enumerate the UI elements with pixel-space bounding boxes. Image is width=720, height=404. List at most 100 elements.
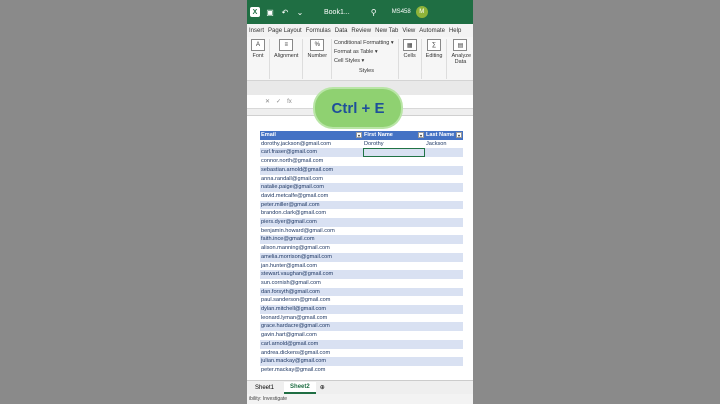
add-sheet-icon[interactable]: ⊕ bbox=[320, 384, 325, 391]
table-cell[interactable]: jan.hunter@gmail.com bbox=[260, 262, 363, 271]
table-cell[interactable] bbox=[425, 296, 463, 305]
table-cell[interactable] bbox=[425, 227, 463, 236]
table-cell[interactable]: dan.forsyth@gmail.com bbox=[260, 287, 363, 297]
tab-automate[interactable]: Automate bbox=[419, 28, 445, 34]
sheet-tab-sheet2[interactable]: Sheet2 bbox=[284, 381, 316, 394]
table-cell[interactable]: dylan.mitchell@gmail.com bbox=[260, 305, 363, 314]
table-cell[interactable] bbox=[363, 270, 425, 279]
table-cell[interactable] bbox=[363, 287, 425, 297]
table-cell[interactable] bbox=[425, 209, 463, 218]
table-cell[interactable]: julian.mackay@gmail.com bbox=[260, 357, 363, 366]
table-cell[interactable] bbox=[363, 296, 425, 305]
cancel-icon[interactable]: ✕ bbox=[265, 98, 270, 105]
table-cell[interactable] bbox=[425, 165, 463, 175]
table-cell[interactable] bbox=[363, 305, 425, 314]
table-cell[interactable] bbox=[425, 287, 463, 297]
table-cell[interactable]: carl.fraser@gmail.com bbox=[260, 148, 363, 158]
enter-icon[interactable]: ✓ bbox=[276, 98, 281, 105]
number-group[interactable]: % Number bbox=[303, 39, 333, 79]
table-cell[interactable] bbox=[363, 192, 425, 201]
table-cell[interactable] bbox=[363, 235, 425, 245]
table-cell[interactable] bbox=[363, 148, 425, 158]
table-cell[interactable]: sebastian.arnold@gmail.com bbox=[260, 165, 363, 175]
table-cell[interactable] bbox=[425, 148, 463, 158]
table-cell[interactable]: grace.hardacre@gmail.com bbox=[260, 322, 363, 332]
table-cell[interactable] bbox=[425, 244, 463, 253]
table-cell[interactable]: natalie.paige@gmail.com bbox=[260, 183, 363, 192]
table-cell[interactable] bbox=[425, 339, 463, 349]
undo-icon[interactable]: ↶ bbox=[280, 7, 290, 17]
font-group[interactable]: A Font bbox=[247, 39, 270, 79]
column-header[interactable]: Email ▾ bbox=[260, 131, 363, 140]
function-icon[interactable]: fx bbox=[287, 99, 292, 105]
table-cell[interactable] bbox=[425, 279, 463, 288]
table-cell[interactable]: peter.mackay@gmail.com bbox=[260, 366, 363, 375]
table-cell[interactable] bbox=[363, 227, 425, 236]
table-cell[interactable] bbox=[425, 175, 463, 184]
save-icon[interactable]: ▣ bbox=[265, 7, 275, 17]
table-cell[interactable] bbox=[425, 366, 463, 375]
table-cell[interactable]: david.metcalfe@gmail.com bbox=[260, 192, 363, 201]
table-cell[interactable]: stewart.vaughan@gmail.com bbox=[260, 270, 363, 279]
table-cell[interactable]: peter.miller@gmail.com bbox=[260, 200, 363, 210]
table-cell[interactable]: Dorothy bbox=[363, 140, 425, 149]
table-cell[interactable]: andrea.dickens@gmail.com bbox=[260, 349, 363, 358]
table-cell[interactable]: dorothy.jackson@gmail.com bbox=[260, 140, 363, 149]
alignment-group[interactable]: ≡ Alignment bbox=[270, 39, 304, 79]
tab-formulas[interactable]: Formulas bbox=[306, 28, 331, 34]
sheet-tab-sheet1[interactable]: Sheet1 bbox=[249, 383, 280, 393]
column-header[interactable]: First Name ▾ bbox=[363, 131, 425, 140]
table-cell[interactable] bbox=[425, 305, 463, 314]
filter-dropdown-icon[interactable]: ▾ bbox=[456, 132, 462, 138]
table-cell[interactable] bbox=[363, 157, 425, 166]
table-cell[interactable] bbox=[425, 183, 463, 192]
table-cell[interactable]: leonard.lyman@gmail.com bbox=[260, 314, 363, 323]
editing-group[interactable]: ∑ Editing bbox=[422, 39, 448, 79]
table-cell[interactable]: anna.randall@gmail.com bbox=[260, 175, 363, 184]
table-cell[interactable] bbox=[363, 366, 425, 375]
tab-insert[interactable]: Insert bbox=[249, 28, 264, 34]
tab-review[interactable]: Review bbox=[351, 28, 371, 34]
filter-dropdown-icon[interactable]: ▾ bbox=[418, 132, 424, 138]
table-cell[interactable] bbox=[425, 200, 463, 210]
table-cell[interactable]: Jackson bbox=[425, 140, 463, 149]
column-header[interactable]: Last Name ▾ bbox=[425, 131, 463, 140]
table-cell[interactable] bbox=[425, 192, 463, 201]
table-cell[interactable]: gavin.hart@gmail.com bbox=[260, 331, 363, 340]
table-cell[interactable]: carl.arnold@gmail.com bbox=[260, 339, 363, 349]
table-cell[interactable] bbox=[425, 218, 463, 227]
tab-view[interactable]: View bbox=[402, 28, 415, 34]
accessibility-status[interactable]: ibility: Investigate bbox=[249, 396, 287, 402]
table-cell[interactable] bbox=[363, 218, 425, 227]
table-cell[interactable] bbox=[363, 200, 425, 210]
cells-group[interactable]: ▦ Cells bbox=[399, 39, 422, 79]
document-title[interactable]: Book1... bbox=[324, 9, 350, 16]
search-icon[interactable]: ⚲ bbox=[369, 7, 379, 17]
table-cell[interactable] bbox=[363, 252, 425, 262]
table-cell[interactable] bbox=[363, 262, 425, 271]
cell-styles-button[interactable]: Cell Styles ▾ bbox=[334, 57, 364, 66]
table-cell[interactable]: brandon.clark@gmail.com bbox=[260, 209, 363, 218]
table-cell[interactable]: faith.ince@gmail.com bbox=[260, 235, 363, 245]
table-cell[interactable]: benjamin.howard@gmail.com bbox=[260, 227, 363, 236]
table-cell[interactable]: amelia.morrison@gmail.com bbox=[260, 252, 363, 262]
table-cell[interactable] bbox=[425, 331, 463, 340]
table-cell[interactable]: paul.sanderson@gmail.com bbox=[260, 296, 363, 305]
tab-page-layout[interactable]: Page Layout bbox=[268, 28, 302, 34]
table-cell[interactable] bbox=[363, 175, 425, 184]
spreadsheet-grid[interactable]: Email ▾ First Name ▾ Last Name ▾ dorothy.jacks… bbox=[260, 131, 463, 375]
table-cell[interactable] bbox=[425, 270, 463, 279]
table-cell[interactable] bbox=[425, 262, 463, 271]
tab-data[interactable]: Data bbox=[335, 28, 348, 34]
redo-icon[interactable]: ⌄ bbox=[295, 7, 305, 17]
table-cell[interactable] bbox=[363, 183, 425, 192]
table-cell[interactable] bbox=[363, 339, 425, 349]
table-cell[interactable] bbox=[425, 252, 463, 262]
table-cell[interactable] bbox=[363, 279, 425, 288]
tab-new-tab[interactable]: New Tab bbox=[375, 28, 398, 34]
conditional-formatting-button[interactable]: Conditional Formatting ▾ bbox=[334, 39, 394, 48]
table-cell[interactable] bbox=[425, 314, 463, 323]
table-cell[interactable] bbox=[363, 314, 425, 323]
table-cell[interactable] bbox=[363, 357, 425, 366]
table-cell[interactable] bbox=[363, 322, 425, 332]
